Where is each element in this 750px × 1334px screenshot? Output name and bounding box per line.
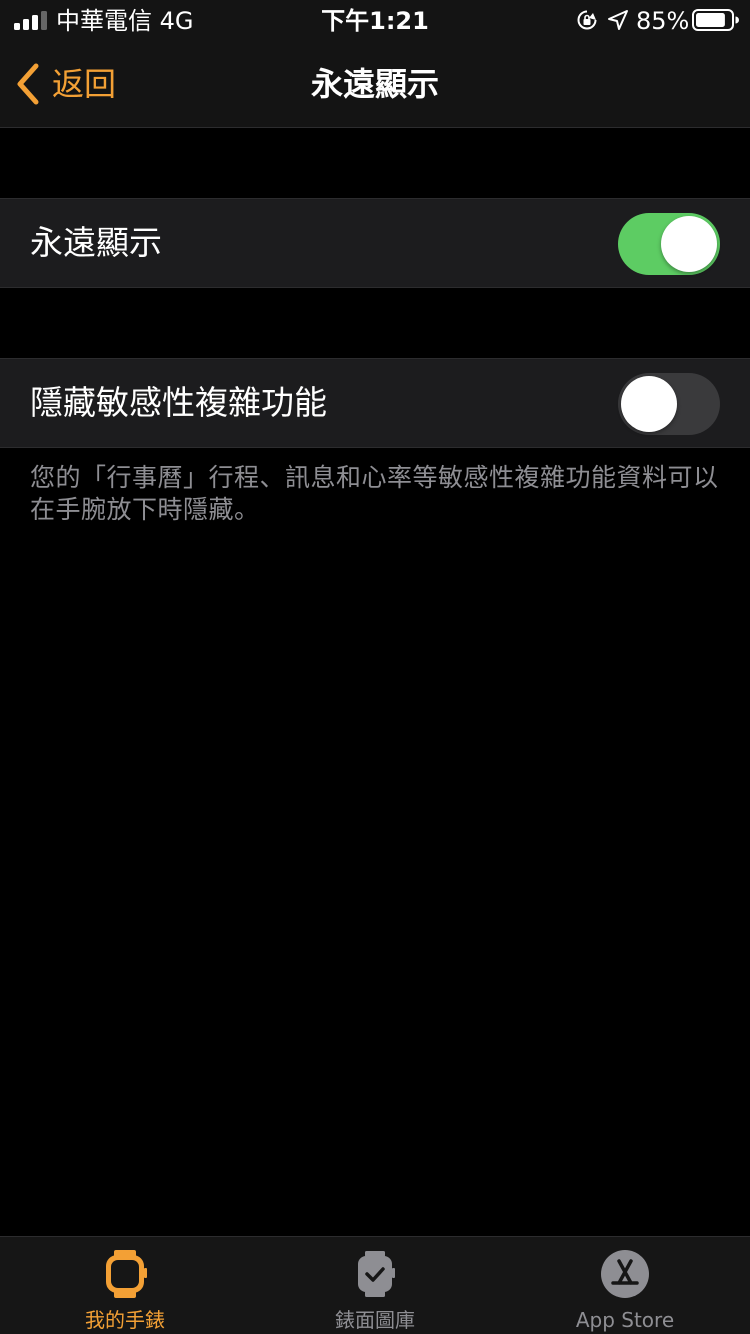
rotation-lock-icon [577,10,597,30]
navigation-bar: 返回 永遠顯示 [0,40,750,128]
app-store-icon [601,1250,649,1298]
setting-label-always-on: 永遠顯示 [30,223,162,262]
tab-face-gallery[interactable]: 錶面圖庫 [250,1237,500,1334]
watch-face-icon [358,1251,395,1297]
toggle-knob [661,216,717,272]
tab-my-watch[interactable]: 我的手錶 [0,1237,250,1334]
status-bar: 中華電信 4G 下午1:21 85% [0,0,750,40]
tab-label: 我的手錶 [85,1308,165,1332]
always-on-toggle[interactable] [618,213,720,275]
setting-row-hide-sensitive: 隱藏敏感性複雜功能 [0,358,750,448]
settings-footnote: 您的「行事曆」行程、訊息和心率等敏感性複雜功能資料可以在手腕放下時隱藏。 [30,463,719,524]
battery-percentage: 85% [636,7,690,35]
watch-icon [106,1250,147,1298]
page-title: 永遠顯示 [310,65,439,103]
tab-app-store[interactable]: App Store [500,1237,750,1334]
setting-label-hide-sensitive: 隱藏敏感性複雜功能 [30,383,327,422]
tab-bar: 我的手錶 錶面圖庫 App Store [0,1236,750,1334]
battery-icon [692,9,739,31]
location-arrow-icon [608,10,628,30]
setting-row-always-on: 永遠顯示 [0,198,750,288]
toggle-knob [621,376,677,432]
hide-sensitive-complications-toggle[interactable] [618,373,720,435]
tab-label: 錶面圖庫 [335,1308,415,1332]
tab-label: App Store [575,1308,675,1332]
